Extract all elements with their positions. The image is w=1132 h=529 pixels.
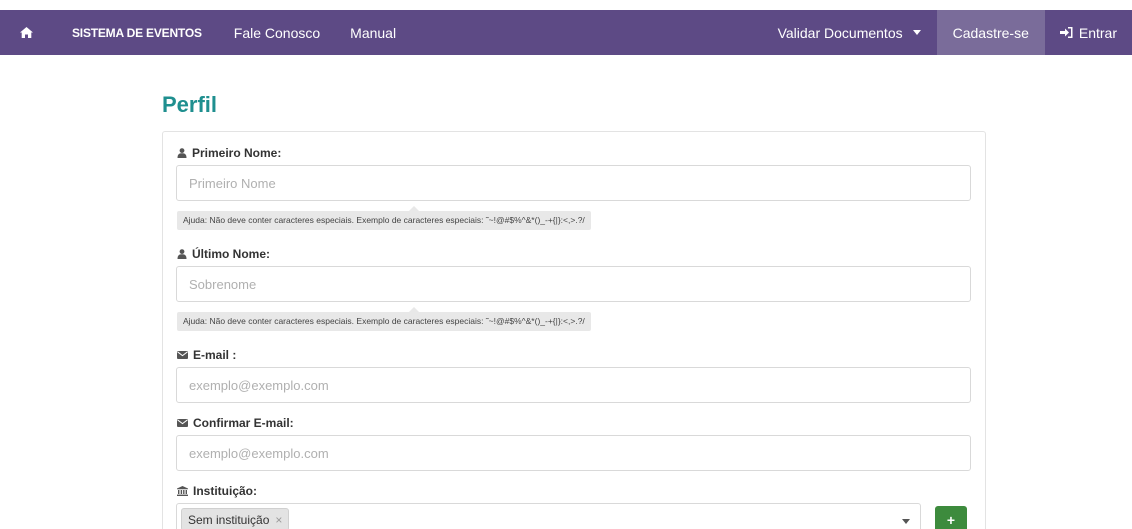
institution-icon: [177, 486, 188, 496]
confirm-email-label: Confirmar E-mail:: [177, 416, 294, 430]
email-label: E-mail :: [177, 348, 236, 362]
validate-documents-dropdown[interactable]: Validar Documentos: [763, 10, 937, 55]
last-name-label-text: Último Nome:: [192, 247, 270, 261]
login-label: Entrar: [1078, 24, 1117, 41]
chevron-down-icon[interactable]: [902, 519, 910, 524]
user-icon: [177, 148, 187, 158]
login-link[interactable]: Entrar: [1045, 10, 1132, 55]
nav-link-contact[interactable]: Fale Conosco: [219, 10, 335, 55]
nav-link-manual[interactable]: Manual: [335, 10, 411, 55]
institution-tag: Sem instituição ×: [181, 508, 290, 529]
last-name-help: Ajuda: Não deve conter caracteres especi…: [177, 307, 591, 331]
last-name-label: Último Nome:: [177, 247, 270, 261]
sign-in-icon: [1059, 27, 1073, 38]
first-name-label: Primeiro Nome:: [177, 146, 281, 160]
institution-tag-label: Sem instituição: [188, 512, 270, 527]
page-title: Perfil: [162, 92, 218, 117]
institution-label-text: Instituição:: [193, 484, 258, 498]
envelope-icon: [177, 351, 188, 359]
email-label-text: E-mail :: [193, 348, 237, 362]
institution-label: Instituição:: [177, 484, 257, 498]
brand-link[interactable]: SISTEMA DE EVENTOS: [52, 10, 219, 55]
email-input[interactable]: [176, 367, 971, 403]
confirm-email-label-text: Confirmar E-mail:: [193, 416, 294, 430]
caret-down-icon: [912, 30, 921, 35]
confirm-email-input[interactable]: [176, 435, 971, 471]
navbar-left: SISTEMA DE EVENTOS Fale Conosco Manual: [0, 10, 411, 55]
institution-select[interactable]: Sem instituição ×: [176, 503, 921, 529]
add-institution-button[interactable]: +: [935, 506, 967, 529]
first-name-help: Ajuda: Não deve conter caracteres especi…: [177, 206, 591, 230]
validate-documents-label: Validar Documentos: [777, 24, 903, 41]
user-icon: [177, 249, 187, 259]
home-icon: [19, 27, 33, 38]
top-navbar: SISTEMA DE EVENTOS Fale Conosco Manual V…: [0, 10, 1132, 55]
first-name-input[interactable]: [176, 165, 971, 201]
home-link[interactable]: [0, 10, 52, 55]
last-name-input[interactable]: [176, 266, 971, 302]
envelope-icon: [177, 419, 188, 427]
remove-tag-icon[interactable]: ×: [275, 513, 282, 527]
navbar-right: Validar Documentos Cadastre-se Entrar: [763, 10, 1132, 55]
first-name-label-text: Primeiro Nome:: [192, 146, 282, 160]
register-link[interactable]: Cadastre-se: [936, 10, 1045, 55]
